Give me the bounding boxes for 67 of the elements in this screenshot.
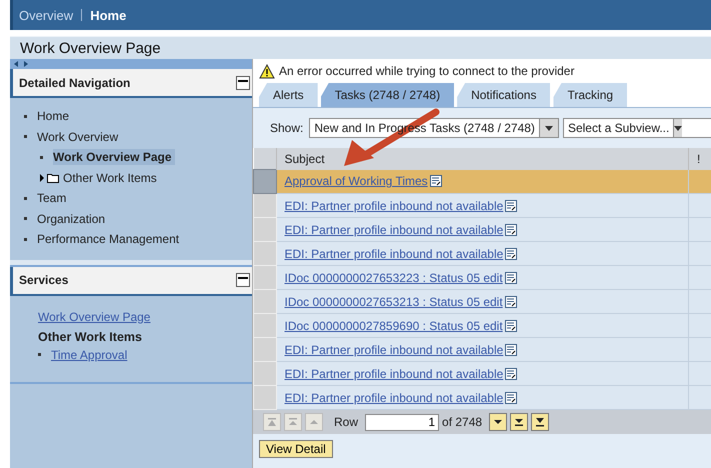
previous-row-button[interactable] [305, 413, 323, 431]
next-row-button[interactable] [489, 413, 508, 431]
nav-item[interactable]: Home [37, 108, 72, 124]
service-link[interactable]: Work Overview Page [38, 310, 150, 324]
edit-icon [504, 296, 517, 308]
page-title: Work Overview Page [19, 40, 161, 56]
triangle-icon [309, 417, 319, 427]
right-arrow-icon [22, 60, 30, 68]
triangle-bar-icon [267, 417, 277, 427]
bullet-icon [24, 114, 27, 118]
row-label: Row [334, 415, 358, 429]
edit-icon [505, 224, 518, 236]
column-header: Subject [276, 148, 688, 170]
edit-icon [504, 320, 517, 332]
collapse-button[interactable] [236, 273, 250, 287]
edit-icon [430, 175, 442, 188]
nav-item[interactable]: Organization [37, 210, 108, 227]
collapse-button[interactable] [236, 76, 250, 90]
nav-item[interactable]: Work Overview [37, 128, 122, 145]
bullet-icon [40, 156, 43, 159]
nav-item[interactable]: Team [37, 190, 70, 206]
nav-item[interactable]: Performance Management [37, 231, 182, 248]
bullet-icon [24, 135, 27, 138]
column-header: ! [688, 148, 711, 170]
next-page-button[interactable] [510, 413, 528, 431]
top-nav-link[interactable]: Overview [19, 8, 74, 22]
dropdown-arrow-icon [544, 126, 553, 130]
edit-icon [505, 344, 518, 356]
tab[interactable]: Tracking [553, 83, 628, 107]
warning-icon [259, 64, 275, 78]
edit-icon [505, 248, 518, 260]
last-page-button[interactable] [531, 413, 550, 431]
first-page-button[interactable] [263, 413, 281, 431]
edit-icon [505, 392, 518, 404]
left-arrow-icon [12, 60, 20, 68]
row-input[interactable]: 1 [365, 414, 440, 430]
bullet-icon [24, 217, 27, 220]
folder-icon [47, 172, 59, 183]
nav-item[interactable]: Work Overview Page [53, 149, 174, 166]
tab[interactable]: Notifications [457, 83, 550, 107]
row-total: of 2748 [442, 415, 482, 429]
nav-item[interactable]: Other Work Items [63, 170, 160, 186]
triangle-bar-icon [514, 417, 524, 427]
row-selector[interactable] [254, 170, 276, 194]
filter-label: Show: [270, 121, 304, 135]
service-link[interactable]: Time Approval [51, 348, 128, 362]
previous-page-button[interactable] [284, 413, 302, 431]
dropdown-arrow-icon [674, 126, 682, 130]
bullet-icon [24, 196, 27, 200]
section-heading: Other Work Items [38, 330, 143, 344]
top-nav-link[interactable]: Home [90, 8, 126, 22]
panel-title: Detailed Navigation [19, 76, 130, 90]
error-message: An error occurred while trying to connect to the provider [279, 64, 574, 78]
triangle-icon [493, 417, 504, 427]
bullet-icon [24, 238, 27, 241]
view-detail-button[interactable]: View Detail [259, 440, 333, 458]
bullet-icon [38, 353, 41, 356]
row-selector-header [254, 148, 276, 170]
tab[interactable]: Alerts [259, 83, 318, 107]
edit-icon [504, 272, 517, 284]
tab[interactable]: Tasks (2748 / 2748) [320, 83, 454, 107]
dropdown[interactable]: Select a Subview... [562, 118, 711, 138]
edit-icon [505, 200, 518, 212]
panel-title: Services [19, 273, 68, 287]
triangle-bar-icon [535, 417, 546, 427]
triangle-bar-icon [288, 417, 298, 427]
edit-icon [505, 368, 518, 380]
